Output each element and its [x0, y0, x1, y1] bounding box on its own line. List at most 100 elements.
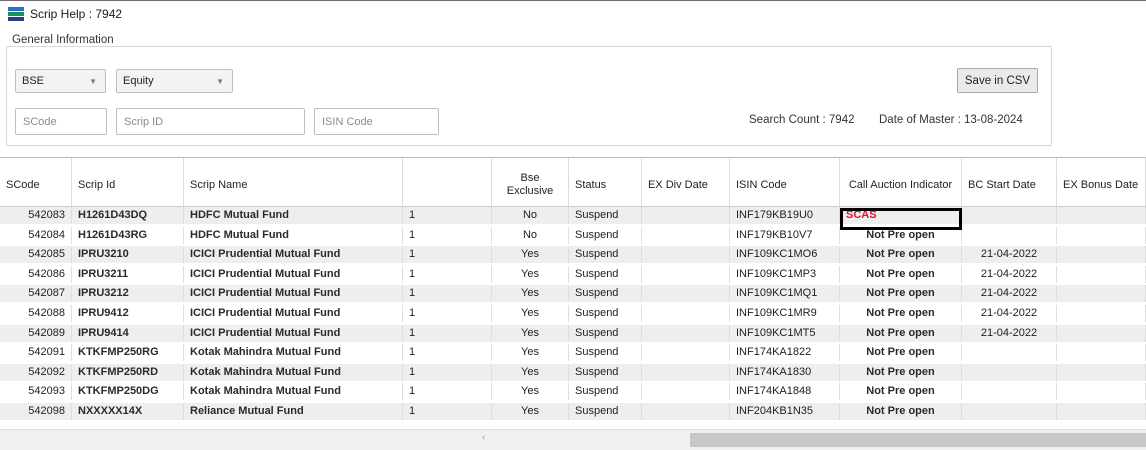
table-cell: [642, 403, 730, 420]
table-cell: 542088: [0, 305, 72, 322]
save-csv-button[interactable]: Save in CSV: [957, 68, 1038, 93]
table-cell: Suspend: [569, 344, 642, 362]
table-row[interactable]: 542085 IPRU3210 ICICI Prudential Mutual Fu…: [0, 246, 1146, 264]
table-cell: [962, 207, 1057, 224]
table-cell: Yes: [492, 383, 569, 401]
column-header-1[interactable]: Scrip Id: [72, 158, 184, 206]
table-cell: INF109KC1MP3: [730, 265, 840, 283]
table-row[interactable]: 542088 IPRU9412 ICICI Prudential Mutual Fu…: [0, 305, 1146, 322]
table-cell: H1261D43DQ: [72, 207, 184, 224]
table-cell: 21-04-2022: [962, 285, 1057, 303]
table-cell: ICICI Prudential Mutual Fund: [184, 285, 403, 303]
table-cell: Yes: [492, 265, 569, 283]
table-cell: Yes: [492, 285, 569, 303]
table-cell: INF109KC1MR9: [730, 305, 840, 322]
table-cell: INF174KA1848: [730, 383, 840, 401]
table-cell: [962, 226, 1057, 244]
column-header-10[interactable]: EX Bonus Date: [1057, 158, 1146, 206]
table-cell: 1: [403, 344, 492, 362]
table-cell: Yes: [492, 246, 569, 264]
table-cell: [642, 226, 730, 244]
table-cell: 542086: [0, 265, 72, 283]
table-cell: No: [492, 226, 569, 244]
column-header-9[interactable]: BC Start Date: [962, 158, 1057, 206]
table-cell: Suspend: [569, 246, 642, 264]
table-cell: Kotak Mahindra Mutual Fund: [184, 383, 403, 401]
table-cell: ICICI Prudential Mutual Fund: [184, 305, 403, 322]
table-cell: [1057, 226, 1146, 244]
table-cell: No: [492, 207, 569, 224]
table-cell: Not Pre open: [840, 246, 962, 264]
table-cell: IPRU3210: [72, 246, 184, 264]
column-header-4[interactable]: Bse Exclusive: [492, 158, 569, 206]
table-cell: Not Pre open: [840, 383, 962, 401]
table-cell: 1: [403, 363, 492, 381]
column-header-5[interactable]: Status: [569, 158, 642, 206]
table-cell: Reliance Mutual Fund: [184, 403, 403, 420]
table-cell: [1057, 285, 1146, 303]
table-cell: 542085: [0, 246, 72, 264]
table-row[interactable]: 542083 H1261D43DQ HDFC Mutual Fund 1 No Suspe…: [0, 207, 1146, 224]
scrip-id-input[interactable]: Scrip ID: [116, 108, 305, 135]
table-cell: [642, 305, 730, 322]
table-cell: [962, 383, 1057, 401]
table-cell: HDFC Mutual Fund: [184, 207, 403, 224]
table-cell: Suspend: [569, 265, 642, 283]
table-cell: 542092: [0, 363, 72, 381]
column-header-7[interactable]: ISIN Code: [730, 158, 840, 206]
table-row[interactable]: 542098 NXXXXX14X Reliance Mutual Fund 1 Yes S…: [0, 403, 1146, 420]
table-cell: 542091: [0, 344, 72, 362]
segment-value: Equity: [123, 75, 154, 87]
table-cell: 1: [403, 265, 492, 283]
table-cell: HDFC Mutual Fund: [184, 226, 403, 244]
general-info-legend: General Information: [10, 34, 116, 46]
table-cell: IPRU9412: [72, 305, 184, 322]
table-cell: [962, 403, 1057, 420]
column-header-8[interactable]: Call Auction Indicator: [840, 158, 962, 206]
app-icon: [8, 7, 24, 21]
scroll-left-icon[interactable]: ‹: [482, 432, 485, 443]
table-cell: 1: [403, 226, 492, 244]
table-cell: [642, 324, 730, 342]
table-cell: [642, 363, 730, 381]
chevron-down-icon: ▼: [216, 77, 224, 86]
table-cell: [1057, 324, 1146, 342]
table-cell: Suspend: [569, 285, 642, 303]
table-row[interactable]: 542093 KTKFMP250DG Kotak Mahindra Mutual F…: [0, 383, 1146, 401]
table-cell: Suspend: [569, 226, 642, 244]
scroll-thumb[interactable]: [690, 433, 1146, 447]
table-cell: [1057, 344, 1146, 362]
exchange-value: BSE: [22, 75, 45, 87]
table-cell: INF109KC1MO6: [730, 246, 840, 264]
search-count: Search Count : 7942: [749, 114, 855, 126]
exchange-dropdown[interactable]: BSE ▼: [15, 69, 106, 93]
table-cell: Yes: [492, 324, 569, 342]
table-cell: Yes: [492, 344, 569, 362]
table-cell: [962, 344, 1057, 362]
table-cell: Not Pre open: [840, 226, 962, 244]
isin-code-input[interactable]: ISIN Code: [314, 108, 439, 135]
table-cell: H1261D43RG: [72, 226, 184, 244]
table-cell: Not Pre open: [840, 305, 962, 322]
table-cell: Not Pre open: [840, 363, 962, 381]
table-row[interactable]: 542087 IPRU3212 ICICI Prudential Mutual Fu…: [0, 285, 1146, 303]
table-row[interactable]: 542089 IPRU9414 ICICI Prudential Mutual Fu…: [0, 324, 1146, 342]
segment-dropdown[interactable]: Equity ▼: [116, 69, 233, 93]
table-cell: Suspend: [569, 305, 642, 322]
column-header-6[interactable]: EX Div Date: [642, 158, 730, 206]
table-row[interactable]: 542086 IPRU3211 ICICI Prudential Mutual Fu…: [0, 265, 1146, 283]
column-header-0[interactable]: SCode: [0, 158, 72, 206]
table-row[interactable]: 542092 KTKFMP250RD Kotak Mahindra Mutual F…: [0, 363, 1146, 381]
table-row[interactable]: 542091 KTKFMP250RG Kotak Mahindra Mutual F…: [0, 344, 1146, 362]
table-cell: 1: [403, 305, 492, 322]
table-cell: [1057, 363, 1146, 381]
column-header-3[interactable]: [403, 158, 492, 206]
table-cell: ICICI Prudential Mutual Fund: [184, 265, 403, 283]
table-row[interactable]: 542084 H1261D43RG HDFC Mutual Fund 1 No Suspe…: [0, 226, 1146, 244]
table-cell: Not Pre open: [840, 324, 962, 342]
scrip-grid: SCode Scrip Id Scrip Name Bse Exclusive Stat…: [0, 157, 1146, 450]
table-cell: 1: [403, 383, 492, 401]
column-header-2[interactable]: Scrip Name: [184, 158, 403, 206]
table-cell: [642, 285, 730, 303]
scode-input[interactable]: SCode: [15, 108, 107, 135]
